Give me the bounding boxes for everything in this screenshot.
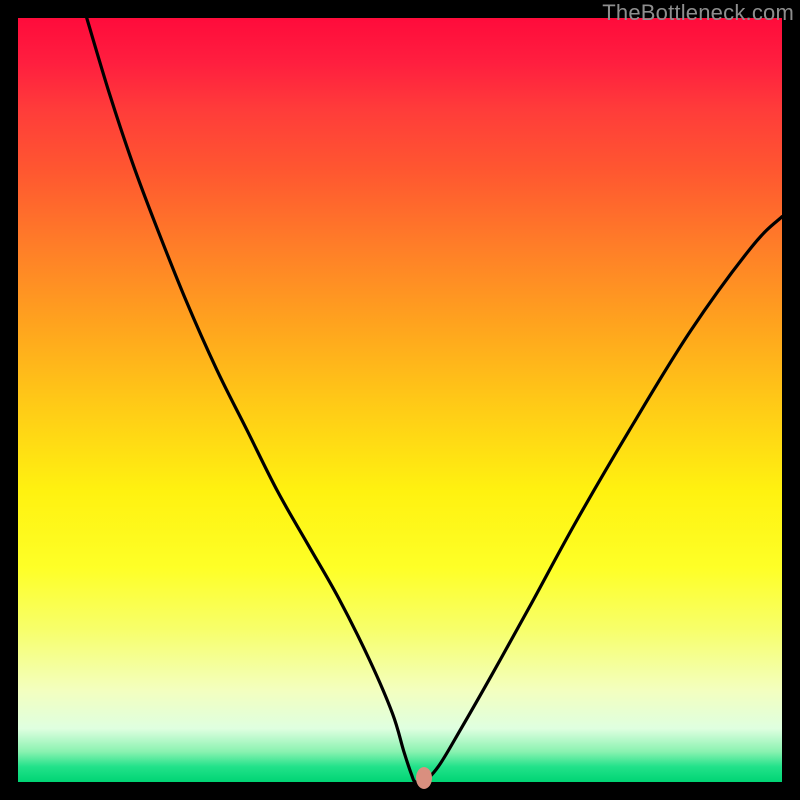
plot-area xyxy=(18,18,782,782)
bottleneck-curve xyxy=(18,18,782,782)
attribution-text: TheBottleneck.com xyxy=(602,0,794,26)
optimum-marker xyxy=(416,767,432,789)
chart-frame: TheBottleneck.com xyxy=(0,0,800,800)
